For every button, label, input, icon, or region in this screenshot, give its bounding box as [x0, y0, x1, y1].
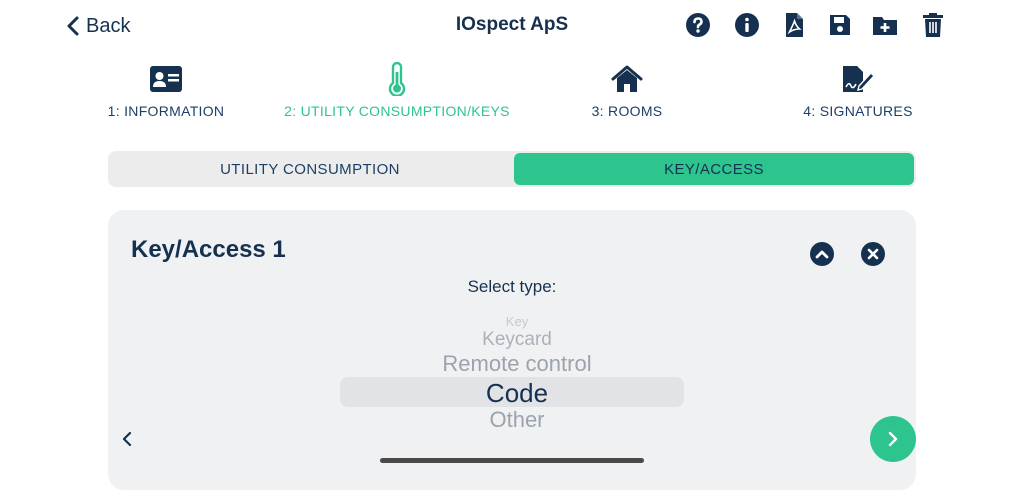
step-label: 1: INFORMATION	[107, 103, 225, 119]
card-title: Key/Access 1	[131, 236, 286, 263]
next-button[interactable]	[870, 416, 916, 462]
home-icon	[512, 62, 742, 96]
step-label: 4: SIGNATURES	[803, 103, 913, 119]
folder-add-icon[interactable]	[871, 11, 899, 39]
info-icon[interactable]	[733, 11, 761, 39]
picker-option-code[interactable]: Code	[340, 378, 694, 409]
step-information[interactable]: 1: INFORMATION	[51, 62, 281, 119]
collapse-button[interactable]	[810, 242, 834, 266]
step-label: 3: ROOMS	[591, 103, 663, 119]
thermometer-icon	[282, 62, 512, 96]
picker-option-keycard[interactable]: Keycard	[340, 329, 694, 351]
chevron-left-icon	[122, 431, 132, 447]
segment-utility-consumption[interactable]: UTILITY CONSUMPTION	[108, 151, 512, 187]
chevron-right-icon	[888, 431, 898, 447]
step-label: 2: UTILITY CONSUMPTION/KEYS	[284, 103, 510, 119]
picker-option-remote-control[interactable]: Remote control	[340, 351, 694, 377]
select-type-label: Select type:	[467, 277, 557, 296]
trash-icon[interactable]	[919, 11, 947, 39]
signature-icon	[743, 62, 973, 96]
picker-option-other[interactable]: Other	[340, 407, 694, 433]
home-indicator[interactable]	[380, 458, 644, 463]
save-icon[interactable]	[826, 11, 854, 39]
segmented-control: UTILITY CONSUMPTION KEY/ACCESS	[108, 151, 916, 187]
previous-button[interactable]	[118, 428, 136, 450]
help-icon[interactable]	[684, 11, 712, 39]
step-signatures[interactable]: 4: SIGNATURES	[743, 62, 973, 119]
chevron-up-icon	[815, 250, 829, 259]
segment-key-access[interactable]: KEY/ACCESS	[514, 153, 914, 185]
picker-option-key[interactable]: Key	[340, 314, 694, 329]
close-icon	[867, 248, 879, 260]
id-card-icon	[51, 62, 281, 96]
step-utility-consumption-keys[interactable]: 2: UTILITY CONSUMPTION/KEYS	[282, 62, 512, 119]
step-rooms[interactable]: 3: ROOMS	[512, 62, 742, 119]
pdf-icon[interactable]	[780, 11, 808, 39]
remove-button[interactable]	[861, 242, 885, 266]
